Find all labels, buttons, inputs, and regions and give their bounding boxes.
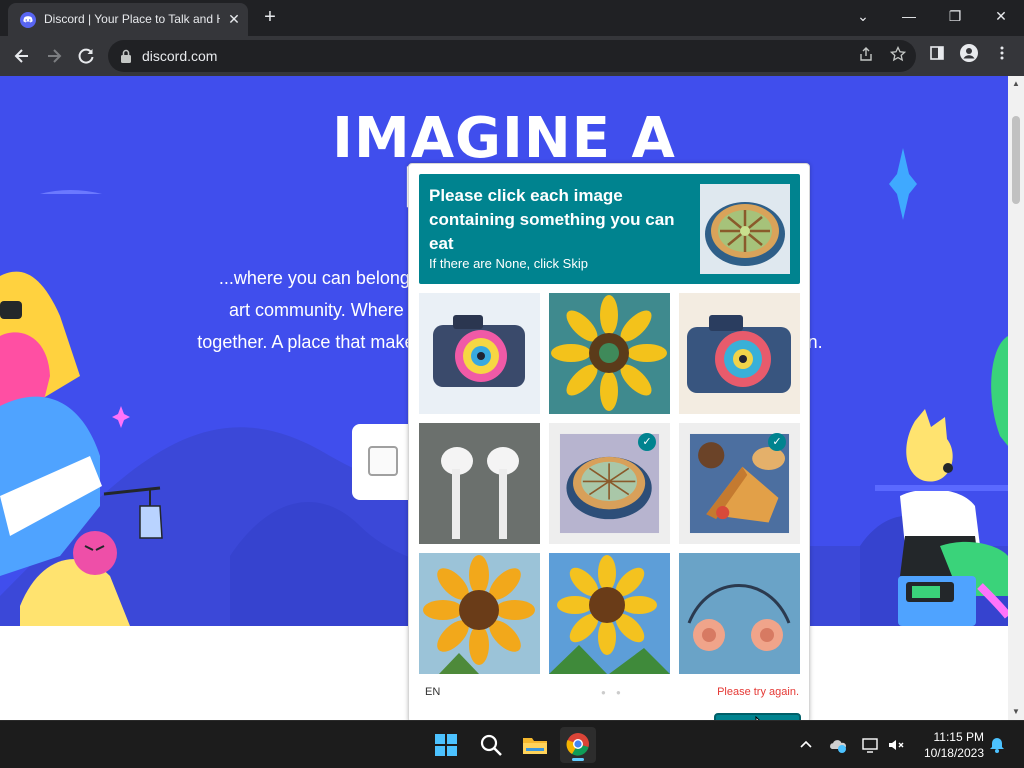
captcha-image-grid: ✓ ✓ (419, 293, 800, 674)
selected-check-icon: ✓ (768, 433, 786, 451)
captcha-prompt-text: Please click each image containing somet… (429, 186, 675, 253)
captcha-tile-5[interactable]: ✓ (549, 423, 670, 544)
onedrive-cloud-icon[interactable] (828, 735, 848, 755)
new-tab-button[interactable]: + (258, 6, 282, 30)
active-app-indicator (572, 758, 584, 761)
menu-kebab-icon[interactable] (990, 44, 1014, 68)
captcha-tile-6[interactable]: ✓ (679, 423, 800, 544)
captcha-tile-2[interactable] (549, 293, 670, 414)
captcha-checkbox[interactable] (368, 446, 398, 476)
file-explorer-icon[interactable] (517, 727, 553, 763)
windows-taskbar: 11:15 PM 10/18/2023 (0, 720, 1024, 768)
scroll-thumb[interactable] (1012, 116, 1020, 204)
scroll-down-icon[interactable]: ▼ (1012, 708, 1020, 716)
pagination-dots: ● ● (601, 688, 625, 697)
captcha-tile-8[interactable] (549, 553, 670, 674)
tab-search-icon[interactable]: ⌄ (840, 0, 886, 32)
captcha-challenge: Please click each image containing somet… (408, 163, 810, 723)
side-panel-icon[interactable] (925, 44, 949, 68)
tab-strip: Discord | Your Place to Talk and Hang Ou… (0, 0, 1024, 36)
share-icon[interactable] (856, 46, 876, 66)
browser-toolbar: discord.com (0, 36, 1024, 76)
clock-date: 10/18/2023 (923, 746, 984, 760)
captcha-tile-9[interactable] (679, 553, 800, 674)
language-selector[interactable]: EN (425, 686, 440, 698)
pie-example-image (700, 184, 790, 274)
notification-bell-icon[interactable] (987, 735, 1007, 755)
close-window-button[interactable]: ✕ (978, 0, 1024, 32)
captcha-tile-3[interactable] (679, 293, 800, 414)
tab-close-icon[interactable]: ✕ (224, 9, 244, 29)
browser-tab[interactable]: Discord | Your Place to Talk and Hang Ou… (8, 3, 248, 36)
captcha-prompt-subtext: If there are None, click Skip (429, 256, 588, 271)
chrome-icon[interactable] (560, 727, 596, 763)
start-windows-icon[interactable] (428, 727, 464, 763)
captcha-tile-7[interactable] (419, 553, 540, 674)
restore-button[interactable]: ❐ (932, 0, 978, 32)
lock-icon (121, 49, 131, 63)
network-monitor-icon[interactable] (860, 735, 880, 755)
tab-title: Discord | Your Place to Talk and Hang Ou… (44, 12, 220, 26)
bookmark-star-icon[interactable] (888, 45, 908, 66)
tray-chevron-up-icon[interactable] (796, 735, 816, 755)
back-icon[interactable] (8, 42, 36, 70)
clock-time: 11:15 PM (933, 730, 984, 744)
captcha-tile-1[interactable] (419, 293, 540, 414)
captcha-error-message: Please try again. (717, 686, 799, 698)
forward-icon[interactable] (40, 42, 68, 70)
address-bar[interactable]: discord.com (108, 40, 916, 72)
url-text: discord.com (142, 48, 218, 64)
taskbar-clock[interactable]: 11:15 PM 10/18/2023 (912, 729, 984, 761)
volume-muted-icon[interactable] (886, 735, 906, 755)
search-icon[interactable] (473, 727, 509, 763)
minimize-button[interactable]: — (886, 0, 932, 32)
discord-favicon-icon (20, 12, 36, 28)
selected-check-icon: ✓ (638, 433, 656, 451)
scroll-up-icon[interactable]: ▲ (1012, 80, 1020, 88)
profile-avatar-icon[interactable] (957, 44, 981, 68)
page-scrollbar[interactable]: ▲ ▼ (1008, 76, 1024, 720)
captcha-tile-4[interactable] (419, 423, 540, 544)
reload-icon[interactable] (72, 42, 100, 70)
captcha-prompt: Please click each image containing somet… (419, 174, 800, 284)
